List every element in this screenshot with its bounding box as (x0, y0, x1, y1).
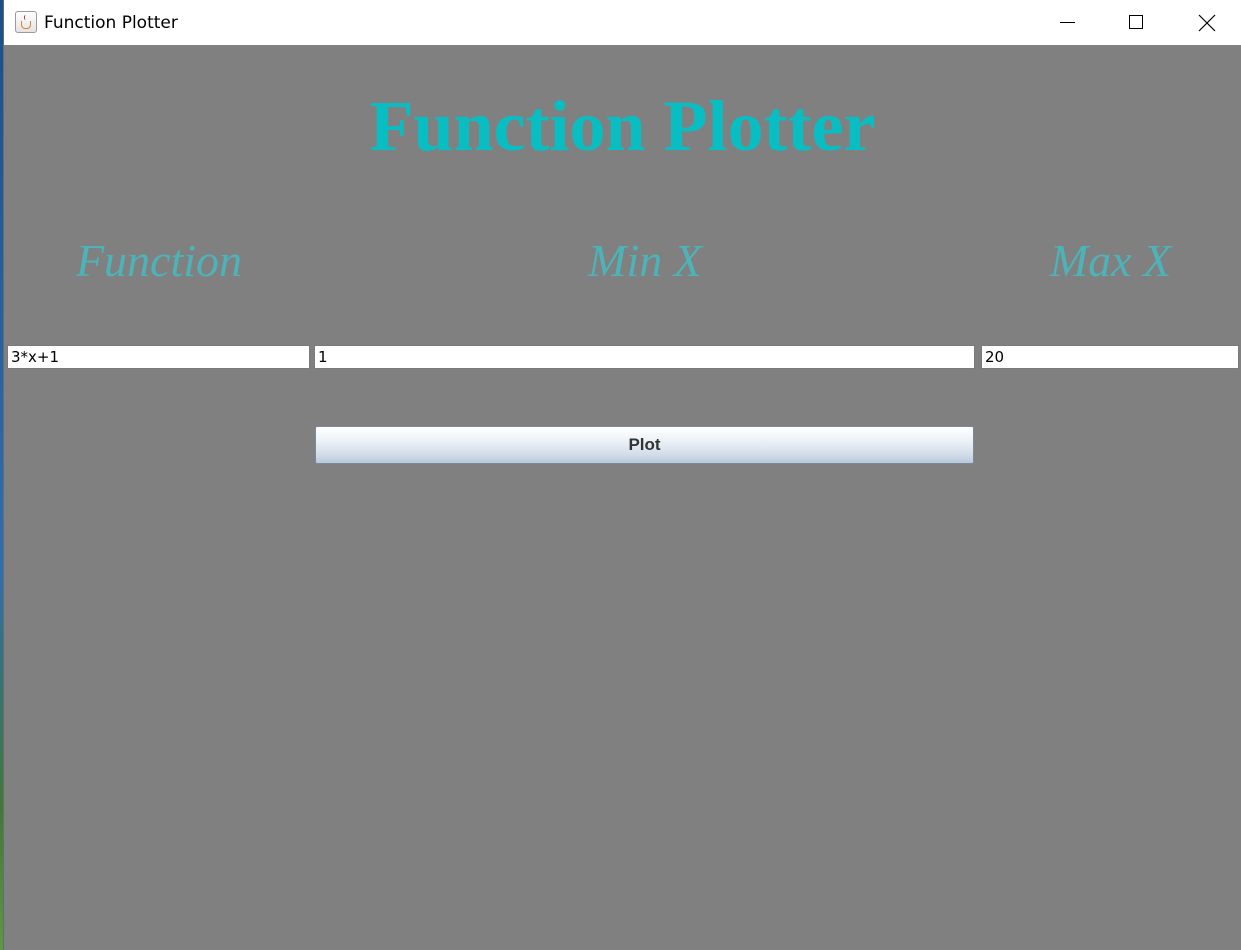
max-x-label: Max X (1049, 235, 1172, 286)
max-x-input[interactable] (981, 345, 1239, 369)
minimize-icon (1060, 22, 1075, 23)
function-label: Function (75, 235, 243, 286)
min-x-input[interactable] (314, 345, 975, 369)
page-title: Function Plotter (369, 86, 876, 166)
close-icon (1198, 14, 1216, 32)
min-x-label: Min X (588, 235, 702, 286)
function-input[interactable] (7, 345, 310, 369)
maximize-icon (1129, 15, 1143, 29)
maximize-button[interactable] (1101, 0, 1171, 45)
java-cup-icon (15, 11, 37, 33)
window-title: Function Plotter (44, 13, 178, 33)
close-button[interactable] (1172, 0, 1241, 45)
app-window: Function Plotter Function Plotter Functi… (4, 0, 1241, 950)
title-bar[interactable]: Function Plotter (4, 0, 1241, 45)
minimize-button[interactable] (1032, 0, 1102, 45)
plot-button[interactable]: Plot (315, 426, 974, 464)
